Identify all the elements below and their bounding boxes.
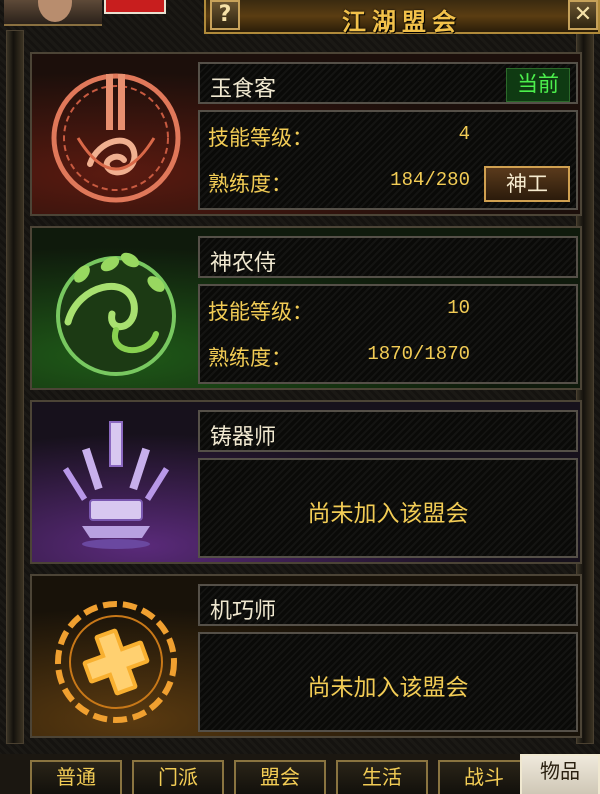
chef-emblem-icon <box>38 60 194 208</box>
guild-name-box: 神农侍 <box>198 236 578 278</box>
tab-life[interactable]: 生活 <box>336 760 428 794</box>
smith-emblem-icon <box>38 408 194 556</box>
herbalist-emblem-icon <box>38 234 194 382</box>
skill-level-label: 技能等级： <box>208 300 313 324</box>
title-bar: 江湖盟会 <box>204 0 600 36</box>
left-frame-rail <box>6 30 24 744</box>
not-joined-text: 尚未加入该盟会 <box>307 675 469 701</box>
player-portrait[interactable] <box>4 0 102 26</box>
guild-name: 玉食客 <box>210 77 277 102</box>
guild-name-box: 玉食客 当前 <box>198 62 578 104</box>
guild-name: 神农侍 <box>210 251 277 276</box>
guild-info-box: 技能等级： 10 熟练度： 1870/1870 <box>198 284 578 384</box>
skill-level-label: 技能等级： <box>208 126 313 150</box>
skill-level-row: 技能等级： 10 <box>208 296 470 328</box>
guild-info-box: 尚未加入该盟会 <box>198 458 578 558</box>
proficiency-row: 熟练度： 1870/1870 <box>208 342 470 374</box>
skill-level-row: 技能等级： 4 <box>208 122 470 154</box>
guild-name-box: 机巧师 <box>198 584 578 626</box>
current-badge: 当前 <box>506 68 570 102</box>
window-title: 江湖盟会 <box>342 8 462 36</box>
proficiency-value: 1870/1870 <box>367 343 470 365</box>
guild-panel-jiqiaoshi[interactable]: 机巧师 尚未加入该盟会 <box>30 574 582 738</box>
help-button[interactable]: ? <box>210 0 240 30</box>
proficiency-label: 熟练度： <box>208 172 292 196</box>
proficiency-label: 熟练度： <box>208 346 292 370</box>
guild-info-box: 技能等级： 4 熟练度： 184/280 神工 <box>198 110 578 210</box>
tab-sect[interactable]: 门派 <box>132 760 224 794</box>
guild-info-box: 尚未加入该盟会 <box>198 632 578 732</box>
guild-panel-shennongshi[interactable]: 神农侍 技能等级： 10 熟练度： 1870/1870 <box>30 226 582 390</box>
close-button[interactable]: ✕ <box>568 0 598 30</box>
shengong-button[interactable]: 神工 <box>484 166 570 202</box>
guild-name: 铸器师 <box>210 425 277 450</box>
proficiency-value: 184/280 <box>390 169 470 191</box>
proficiency-row: 熟练度： 184/280 <box>208 168 470 200</box>
tab-items[interactable]: 物品 <box>520 754 600 794</box>
guild-name-box: 铸器师 <box>198 410 578 452</box>
artisan-emblem-icon <box>38 582 194 730</box>
not-joined-text: 尚未加入该盟会 <box>307 501 469 527</box>
tab-guild[interactable]: 盟会 <box>234 760 326 794</box>
hp-bar <box>104 0 166 14</box>
tab-normal[interactable]: 普通 <box>30 760 122 794</box>
skill-level-value: 4 <box>458 123 470 145</box>
skill-level-value: 10 <box>447 297 470 319</box>
guild-panel-zhuqishi[interactable]: 铸器师 尚未加入该盟会 <box>30 400 582 564</box>
tab-bar: 普通 门派 盟会 生活 战斗 物品 <box>0 754 600 794</box>
tab-combat[interactable]: 战斗 <box>438 760 530 794</box>
guild-panel-yushike[interactable]: 玉食客 当前 技能等级： 4 熟练度： 184/280 神工 <box>30 52 582 216</box>
guild-name: 机巧师 <box>210 599 277 624</box>
